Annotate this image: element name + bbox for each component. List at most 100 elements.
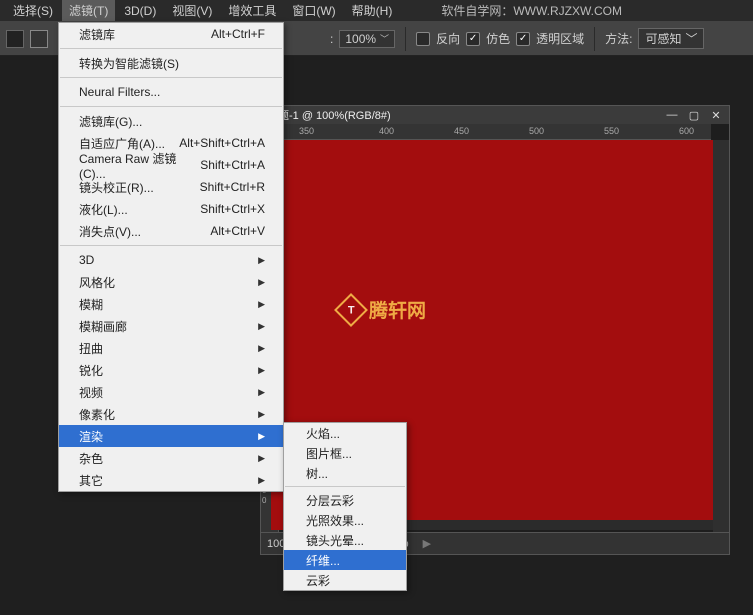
submenu-pixelate[interactable]: 像素化 (59, 403, 283, 425)
label: 模糊 (79, 296, 103, 313)
watermark-logo: 腾轩网 (339, 296, 426, 323)
document-titlebar[interactable]: 示题-1 @ 100%(RGB/8#) — ▢ ✕ (261, 106, 729, 124)
submenu-distort[interactable]: 扭曲 (59, 337, 283, 359)
menu-view[interactable]: 视图(V) (165, 0, 219, 21)
submenu-stylize[interactable]: 风格化 (59, 271, 283, 293)
separator (60, 106, 282, 107)
label-dither: 仿色 (486, 30, 510, 47)
label: 镜头校正(R)... (79, 179, 154, 196)
ruler-tick: 400 (379, 126, 394, 136)
submenu-3d[interactable]: 3D (59, 249, 283, 271)
render-fibers[interactable]: 纤维... (284, 550, 406, 570)
label: 分层云彩 (306, 492, 354, 509)
checkbox-transparent[interactable]: ✓ (516, 32, 530, 46)
submenu-video[interactable]: 视频 (59, 381, 283, 403)
render-flame[interactable]: 火焰... (284, 423, 406, 443)
minimize-button[interactable]: — (665, 109, 679, 121)
label: 滤镜库(G)... (79, 113, 142, 130)
menu-filter-gallery[interactable]: 滤镜库(G)... (59, 110, 283, 132)
ruler-tick: 500 (529, 126, 544, 136)
zoom-value: 100% (345, 32, 376, 46)
document-title: 示题-1 @ 100%(RGB/8#) (267, 107, 391, 123)
menu-filter[interactable]: 滤镜(T) (62, 0, 115, 21)
checkbox-reverse[interactable] (416, 32, 430, 46)
menu-last-filter[interactable]: 滤镜库 Alt+Ctrl+F (59, 23, 283, 45)
menu-vanishing-point[interactable]: 消失点(V)... Alt+Ctrl+V (59, 220, 283, 242)
close-button[interactable]: ✕ (709, 109, 723, 121)
render-difference-clouds[interactable]: 分层云彩 (284, 490, 406, 510)
label: 模糊画廊 (79, 318, 127, 335)
label: 消失点(V)... (79, 223, 141, 240)
label: 光照效果... (306, 512, 364, 529)
label: 火焰... (306, 425, 340, 442)
method-label: 方法: (605, 30, 632, 47)
watermark-text: 软件自学网：WWW.RJZXW.COM (441, 2, 622, 19)
label: 像素化 (79, 406, 115, 423)
label: 扭曲 (79, 340, 103, 357)
render-clouds[interactable]: 云彩 (284, 570, 406, 590)
submenu-render[interactable]: 渲染 (59, 425, 283, 447)
label: Camera Raw 滤镜(C)... (79, 150, 200, 181)
label: 滤镜库 (79, 26, 115, 43)
menu-bar: 选择(S) 滤镜(T) 3D(D) 视图(V) 增效工具 窗口(W) 帮助(H)… (0, 0, 753, 22)
menu-select[interactable]: 选择(S) (6, 0, 60, 21)
menu-neural-filters[interactable]: Neural Filters... (59, 81, 283, 103)
label: 风格化 (79, 274, 115, 291)
chevron-down-icon: ﹀ (380, 32, 389, 45)
method-dropdown[interactable]: 可感知 ﹀ (638, 28, 704, 49)
label: 镜头光晕... (306, 532, 364, 549)
label: Neural Filters... (79, 85, 160, 99)
logo-text: 腾轩网 (369, 296, 426, 323)
tool-icon-a[interactable] (6, 30, 24, 48)
label: 图片框... (306, 445, 352, 462)
zoom-colon: : (330, 32, 333, 46)
submenu-other[interactable]: 其它 (59, 469, 283, 491)
menu-3d[interactable]: 3D(D) (117, 2, 163, 20)
render-submenu: 火焰... 图片框... 树... 分层云彩 光照效果... 镜头光晕... 纤… (283, 422, 407, 591)
maximize-button[interactable]: ▢ (687, 109, 701, 121)
shortcut: Alt+Ctrl+F (211, 27, 265, 41)
label: 视频 (79, 384, 103, 401)
menu-convert-smart[interactable]: 转换为智能滤镜(S) (59, 52, 283, 74)
menu-help[interactable]: 帮助(H) (345, 0, 400, 21)
separator (60, 48, 282, 49)
render-picture-frame[interactable]: 图片框... (284, 443, 406, 463)
submenu-blur[interactable]: 模糊 (59, 293, 283, 315)
menu-plugins[interactable]: 增效工具 (221, 0, 283, 21)
label: 转换为智能滤镜(S) (79, 55, 179, 72)
separator (60, 77, 282, 78)
label: 液化(L)... (79, 201, 128, 218)
label-reverse: 反向 (436, 30, 460, 47)
ruler-tick: 450 (454, 126, 469, 136)
shortcut: Shift+Ctrl+R (200, 180, 265, 194)
label: 其它 (79, 472, 103, 489)
shortcut: Alt+Ctrl+V (210, 224, 265, 238)
menu-window[interactable]: 窗口(W) (285, 0, 342, 21)
ruler-horizontal[interactable]: 350 400 450 500 550 600 (279, 124, 711, 140)
zoom-dropdown[interactable]: 100% ﹀ (339, 30, 395, 48)
tool-icon-b[interactable] (30, 30, 48, 48)
scrollbar-vertical[interactable] (713, 140, 729, 532)
render-lens-flare[interactable]: 镜头光晕... (284, 530, 406, 550)
render-tree[interactable]: 树... (284, 463, 406, 483)
shortcut: Alt+Shift+Ctrl+A (179, 136, 265, 150)
submenu-blur-gallery[interactable]: 模糊画廊 (59, 315, 283, 337)
checkbox-dither[interactable]: ✓ (466, 32, 480, 46)
separator (285, 486, 405, 487)
label: 纤维... (306, 552, 340, 569)
submenu-sharpen[interactable]: 锐化 (59, 359, 283, 381)
chevron-down-icon: ﹀ (685, 30, 697, 47)
separator (60, 245, 282, 246)
filter-menu: 滤镜库 Alt+Ctrl+F 转换为智能滤镜(S) Neural Filters… (58, 22, 284, 492)
label: 云彩 (306, 572, 330, 589)
shortcut: Shift+Ctrl+A (200, 158, 265, 172)
label: 3D (79, 253, 94, 267)
submenu-noise[interactable]: 杂色 (59, 447, 283, 469)
label-transparent: 透明区域 (536, 30, 584, 47)
logo-icon (334, 293, 368, 327)
menu-camera-raw[interactable]: Camera Raw 滤镜(C)... Shift+Ctrl+A (59, 154, 283, 176)
label: 锐化 (79, 362, 103, 379)
method-value: 可感知 (645, 30, 681, 47)
menu-liquify[interactable]: 液化(L)... Shift+Ctrl+X (59, 198, 283, 220)
render-lighting-effects[interactable]: 光照效果... (284, 510, 406, 530)
